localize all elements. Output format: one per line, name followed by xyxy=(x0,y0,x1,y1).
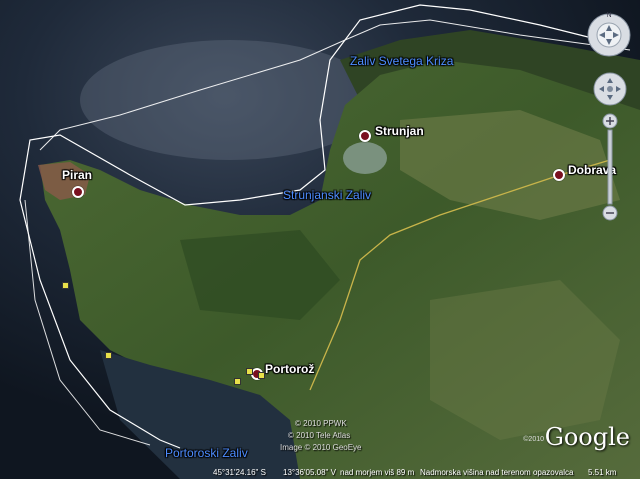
bay-label-strunjanski-zaliv: Strunjanski Zaliv xyxy=(283,188,372,202)
copyright-line: Image © 2010 GeoEye xyxy=(280,443,362,452)
poi-marker[interactable] xyxy=(105,352,112,359)
zoom-track[interactable] xyxy=(607,129,613,205)
latitude-readout: 45°31'24.16" S xyxy=(213,468,266,477)
satellite-map[interactable] xyxy=(0,0,640,479)
status-bar: 45°31'24.16" S 13°36'05.08" V nad morjem… xyxy=(0,465,640,479)
poi-marker[interactable] xyxy=(234,378,241,385)
poi-marker[interactable] xyxy=(62,282,69,289)
place-label-strunjan: Strunjan xyxy=(375,124,424,138)
eye-altitude-value: 5.51 km xyxy=(588,468,617,477)
bay-label-zaliv-svetega-kriza: Zaliv Svetega Kriza xyxy=(350,54,454,68)
copyright-line: © 2010 Tele Atlas xyxy=(288,431,351,440)
navigation-controls[interactable]: N xyxy=(586,8,632,64)
place-label-piran: Piran xyxy=(62,168,93,182)
poi-marker[interactable] xyxy=(258,372,265,379)
map-viewport[interactable]: Piran Strunjan Dobrava Portorož Zaliv Sv… xyxy=(0,0,640,479)
longitude-readout: 13°36'05.08" V xyxy=(283,468,336,477)
piran-marker[interactable] xyxy=(72,186,84,198)
bay-label-portoroski-zaliv: Portoroski Zaliv xyxy=(165,446,248,460)
zoom-slider[interactable] xyxy=(601,112,619,222)
elevation-readout: nad morjem viš 89 m xyxy=(340,468,415,477)
google-logo: Google xyxy=(544,423,630,451)
strunjan-marker[interactable] xyxy=(359,130,371,142)
eye-altitude-label: Nadmorska višina nad terenom opazovalca xyxy=(420,468,574,477)
dobrava-marker[interactable] xyxy=(553,169,565,181)
north-label: N xyxy=(606,12,611,19)
strunjan-lagoon xyxy=(343,142,387,174)
move-control[interactable] xyxy=(593,70,627,110)
poi-marker[interactable] xyxy=(246,368,253,375)
logo-year: ©2010 xyxy=(523,436,544,443)
place-label-portoroz: Portorož xyxy=(265,362,315,376)
copyright-line: © 2010 PPWK xyxy=(295,419,347,428)
